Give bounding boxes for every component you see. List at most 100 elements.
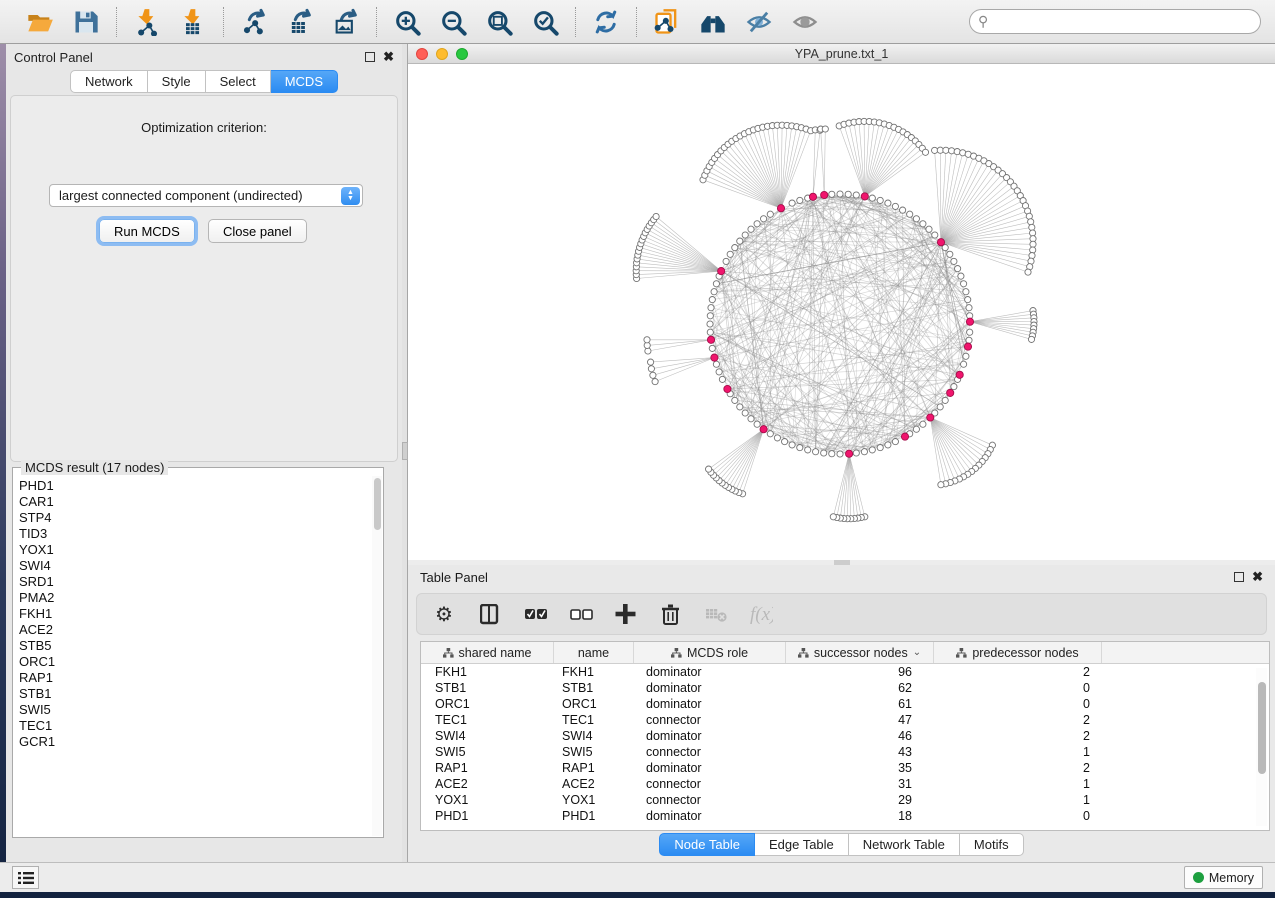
table-row[interactable]: TEC1TEC1connector472	[421, 712, 1269, 728]
table-row[interactable]: STB1STB1dominator620	[421, 680, 1269, 696]
result-item[interactable]: TEC1	[19, 718, 369, 734]
satellite-node[interactable]	[938, 482, 944, 488]
result-item[interactable]: FKH1	[19, 606, 369, 622]
ring-node[interactable]	[713, 281, 719, 287]
ring-node[interactable]	[767, 431, 773, 437]
ring-node[interactable]	[837, 191, 843, 197]
result-item[interactable]: PMA2	[19, 590, 369, 606]
close-panel-button[interactable]: Close panel	[208, 219, 307, 243]
ring-node[interactable]	[797, 445, 803, 451]
ring-node[interactable]	[926, 226, 932, 232]
import-table-button[interactable]	[177, 6, 209, 38]
column-header-name[interactable]: name	[554, 642, 634, 663]
ring-node[interactable]	[782, 439, 788, 445]
ring-node[interactable]	[966, 305, 972, 311]
ring-node[interactable]	[723, 258, 729, 264]
ring-node[interactable]	[713, 361, 719, 367]
result-item[interactable]: ACE2	[19, 622, 369, 638]
mcds-hub-node[interactable]	[846, 450, 853, 457]
ring-node[interactable]	[727, 251, 733, 257]
satellite-node[interactable]	[1025, 269, 1031, 275]
ring-node[interactable]	[837, 451, 843, 457]
zoom-fit-button[interactable]	[483, 6, 515, 38]
satellite-node[interactable]	[650, 372, 656, 378]
result-item[interactable]: ORC1	[19, 654, 369, 670]
ring-node[interactable]	[869, 195, 875, 201]
satellite-node[interactable]	[1028, 219, 1034, 225]
mcds-hub-node[interactable]	[711, 354, 718, 361]
ring-node[interactable]	[708, 305, 714, 311]
ring-node[interactable]	[963, 353, 969, 359]
open-file-button[interactable]	[24, 6, 56, 38]
ring-node[interactable]	[900, 207, 906, 213]
mcds-hub-node[interactable]	[718, 268, 725, 275]
ring-node[interactable]	[748, 226, 754, 232]
result-item[interactable]: STB5	[19, 638, 369, 654]
ring-node[interactable]	[951, 258, 957, 264]
ring-node[interactable]	[955, 266, 961, 272]
deselect-all-button[interactable]	[570, 599, 593, 629]
ring-node[interactable]	[861, 449, 867, 455]
table-row[interactable]: ACE2ACE2connector311	[421, 776, 1269, 792]
import-network-button[interactable]	[131, 6, 163, 38]
result-item[interactable]: PHD1	[19, 478, 369, 494]
export-network-button[interactable]	[238, 6, 270, 38]
ring-node[interactable]	[716, 369, 722, 375]
tab-mcds[interactable]: MCDS	[271, 70, 338, 93]
network-graph-canvas[interactable]	[408, 64, 1275, 560]
ring-node[interactable]	[719, 376, 725, 382]
result-item[interactable]: SRD1	[19, 574, 369, 590]
satellite-node[interactable]	[653, 213, 659, 219]
mcds-hub-node[interactable]	[901, 433, 908, 440]
column-header-predecessor-nodes[interactable]: predecessor nodes	[934, 642, 1102, 663]
ring-node[interactable]	[853, 192, 859, 198]
ring-node[interactable]	[761, 216, 767, 222]
save-session-button[interactable]	[70, 6, 102, 38]
network-from-selection-button[interactable]	[651, 6, 683, 38]
delete-columns-button[interactable]	[660, 599, 683, 629]
ring-node[interactable]	[737, 404, 743, 410]
ring-node[interactable]	[709, 345, 715, 351]
ring-node[interactable]	[958, 273, 964, 279]
ring-node[interactable]	[932, 232, 938, 238]
zoom-out-button[interactable]	[437, 6, 469, 38]
show-all-button[interactable]	[789, 6, 821, 38]
ring-node[interactable]	[966, 337, 972, 343]
mcds-hub-node[interactable]	[861, 193, 868, 200]
ring-node[interactable]	[877, 445, 883, 451]
mcds-hub-node[interactable]	[724, 385, 731, 392]
table-tab-motifs[interactable]: Motifs	[960, 833, 1024, 856]
mcds-hub-node[interactable]	[809, 193, 816, 200]
zoom-in-button[interactable]	[391, 6, 423, 38]
result-item[interactable]: YOX1	[19, 542, 369, 558]
export-image-button[interactable]	[330, 6, 362, 38]
ring-node[interactable]	[754, 221, 760, 227]
ring-node[interactable]	[829, 191, 835, 197]
search-input[interactable]	[969, 9, 1261, 34]
satellite-node[interactable]	[706, 466, 712, 472]
ring-node[interactable]	[742, 232, 748, 238]
panel-list-button[interactable]	[12, 866, 39, 889]
table-row[interactable]: RAP1RAP1dominator352	[421, 760, 1269, 776]
table-tab-network-table[interactable]: Network Table	[849, 833, 960, 856]
result-item[interactable]: SWI4	[19, 558, 369, 574]
search-binoculars-button[interactable]	[697, 6, 729, 38]
ring-node[interactable]	[913, 216, 919, 222]
ring-node[interactable]	[892, 203, 898, 209]
ring-node[interactable]	[951, 384, 957, 390]
ring-node[interactable]	[748, 416, 754, 422]
ring-node[interactable]	[942, 397, 948, 403]
result-item[interactable]: CAR1	[19, 494, 369, 510]
ring-node[interactable]	[892, 439, 898, 445]
ring-node[interactable]	[805, 447, 811, 453]
mcds-result-list[interactable]: PHD1CAR1STP4TID3YOX1SWI4SRD1PMA2FKH1ACE2…	[19, 478, 369, 833]
satellite-node[interactable]	[1030, 230, 1036, 236]
satellite-node[interactable]	[822, 126, 828, 132]
ring-node[interactable]	[965, 297, 971, 303]
table-tab-edge-table[interactable]: Edge Table	[755, 833, 849, 856]
ring-node[interactable]	[961, 281, 967, 287]
column-header-shared-name[interactable]: shared name	[421, 642, 554, 663]
ring-node[interactable]	[813, 449, 819, 455]
ring-node[interactable]	[963, 289, 969, 295]
result-item[interactable]: TID3	[19, 526, 369, 542]
